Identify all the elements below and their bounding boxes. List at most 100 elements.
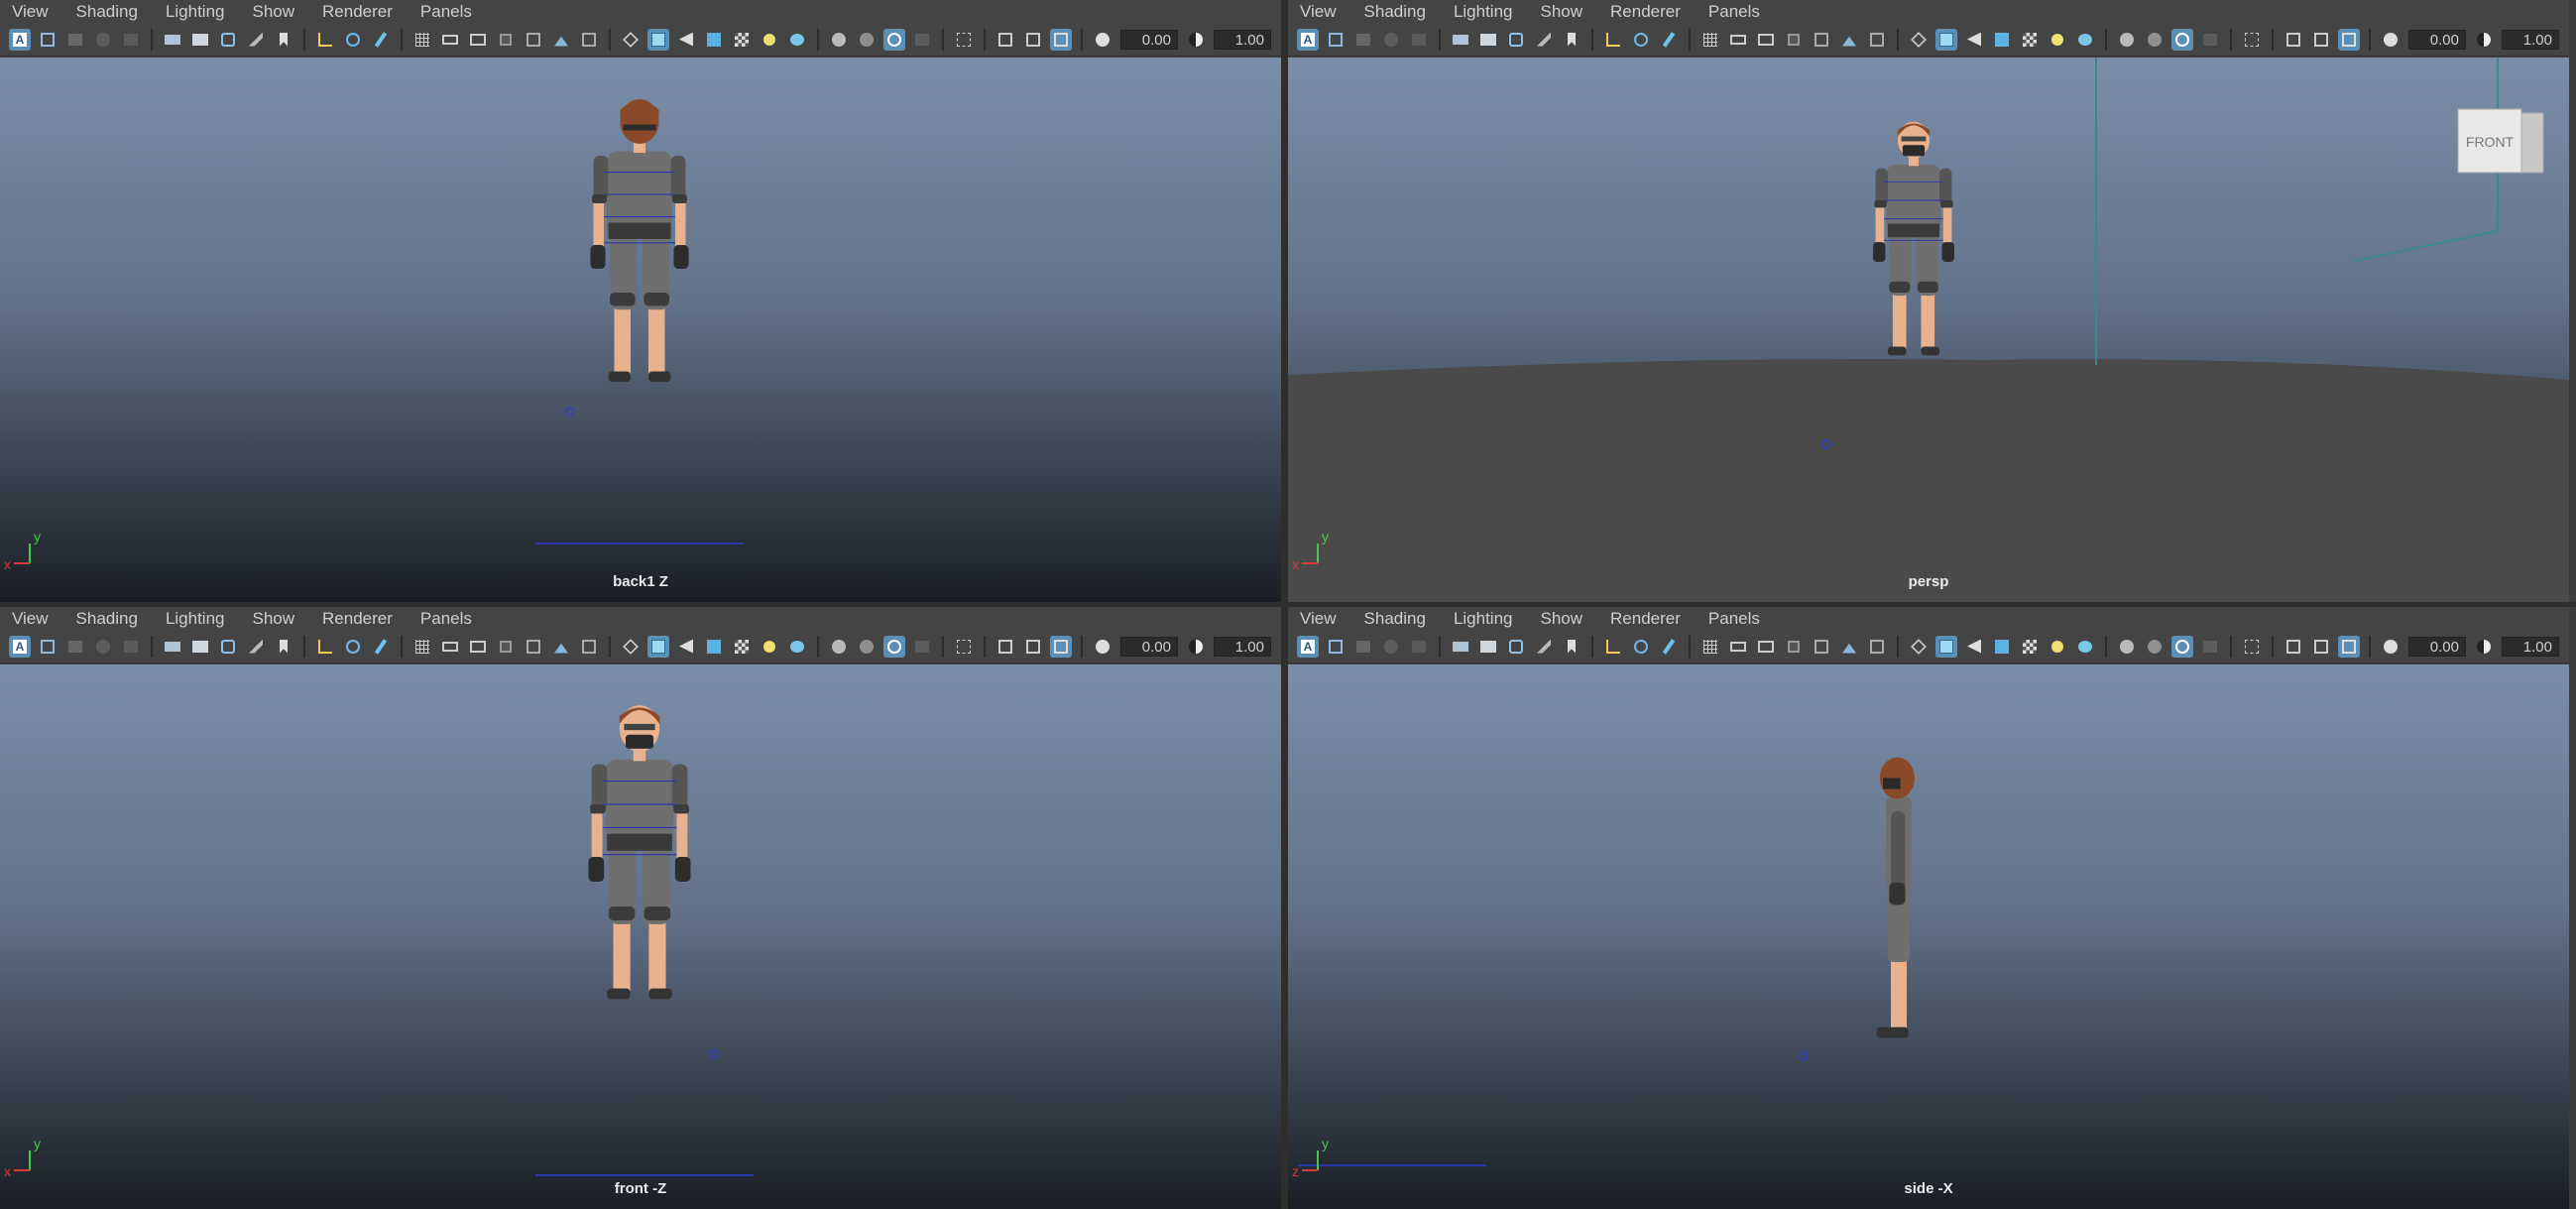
grid-icon[interactable] [411,636,433,658]
menu-renderer[interactable]: Renderer [308,0,407,23]
image-plane-icon[interactable] [1380,636,1402,658]
wireframe-on-shaded-icon[interactable] [1963,636,1985,658]
bookmarks-icon[interactable] [1352,636,1374,658]
motion-trail-icon[interactable] [342,29,364,51]
film-gate-icon[interactable] [1727,29,1749,51]
film-gate-icon[interactable] [439,636,461,658]
textured-icon[interactable] [1991,29,2013,51]
bookmark-flag-icon[interactable] [273,29,294,51]
gamma-icon[interactable] [1185,29,1207,51]
safe-action-icon[interactable] [550,29,572,51]
3d-viewport-canvas[interactable]: yx back1 Z [0,58,1281,602]
camera-attributes-icon[interactable] [1325,636,1347,658]
viewport-panel-back1-z[interactable]: View Shading Lighting Show Renderer Pane… [0,0,1281,602]
2d-pan-zoom-icon[interactable] [1408,29,1430,51]
gamma-icon[interactable] [2473,29,2495,51]
movie-camera-icon[interactable] [189,636,211,658]
smooth-shade-icon[interactable] [647,28,669,51]
wireframe-on-shaded-icon[interactable] [1963,29,1985,51]
xray-icon[interactable] [731,29,753,51]
xray-active-icon[interactable] [1022,29,1044,51]
exposure-field[interactable]: 0.00 [1120,29,1178,50]
gate-mask-icon[interactable] [495,636,517,658]
xray-icon[interactable] [2019,29,2041,51]
xray-icon[interactable] [731,636,753,658]
wireframe-on-shaded-icon[interactable] [675,29,697,51]
movie-camera-icon[interactable] [189,29,211,51]
screen-space-ao-icon[interactable] [2116,29,2138,51]
menu-lighting[interactable]: Lighting [1440,0,1527,23]
depth-of-field-icon[interactable] [911,29,933,51]
xray-joints-icon[interactable] [995,636,1016,658]
viewport-panel-front--z[interactable]: View Shading Lighting Show Renderer Pane… [0,607,1281,1209]
menu-shading[interactable]: Shading [62,607,152,630]
field-chart-icon[interactable] [1811,29,1832,51]
menu-show[interactable]: Show [239,607,309,630]
isolate-select-icon[interactable] [2241,636,2263,658]
safe-title-icon[interactable] [1866,29,1888,51]
depth-of-field-icon[interactable] [2199,636,2221,658]
field-chart-icon[interactable] [1811,636,1832,658]
image-plane-icon[interactable] [92,636,114,658]
safe-action-icon[interactable] [550,636,572,658]
3d-viewport-canvas[interactable]: yz side -X [1288,665,2569,1209]
motion-blur-icon[interactable] [2144,636,2166,658]
shadows-icon[interactable] [786,29,808,51]
menu-shading[interactable]: Shading [1350,607,1440,630]
anti-aliasing-icon[interactable] [883,28,905,51]
camera-icon[interactable] [1450,636,1471,658]
2d-pan-zoom-icon[interactable] [1408,636,1430,658]
character-model[interactable]: yx [0,665,1281,1209]
menu-show[interactable]: Show [1527,0,1597,23]
xray-active-icon[interactable] [2310,636,2332,658]
bookmark-flag-icon[interactable] [273,636,294,658]
gate-mask-icon[interactable] [1783,636,1805,658]
wireframe-icon[interactable] [620,29,642,51]
menu-renderer[interactable]: Renderer [308,607,407,630]
character-model[interactable]: FRONT y x [1288,58,2569,602]
character-model[interactable]: yx [0,58,1281,602]
resolution-gate-icon[interactable] [1755,29,1777,51]
manipulator-icon[interactable] [314,29,336,51]
safe-title-icon[interactable] [578,636,600,658]
bookmarks-icon[interactable] [64,636,86,658]
gate-mask-icon[interactable] [495,29,517,51]
textured-icon[interactable] [1991,636,2013,658]
grease-pencil-icon[interactable] [245,636,267,658]
grease-pencil-icon[interactable] [1533,636,1555,658]
wireframe-icon[interactable] [1908,29,1930,51]
exposure-icon[interactable] [2380,636,2401,658]
manipulator-icon[interactable] [314,636,336,658]
xray-active-icon[interactable] [1022,636,1044,658]
camera-attributes-icon[interactable] [37,636,59,658]
select-camera-icon[interactable]: A [1297,28,1319,51]
grid-icon[interactable] [1699,29,1721,51]
screen-space-ao-icon[interactable] [828,29,850,51]
backface-culling-icon[interactable] [2338,635,2360,658]
menu-lighting[interactable]: Lighting [152,607,239,630]
brush-icon[interactable] [1658,636,1680,658]
gamma-icon[interactable] [1185,636,1207,658]
motion-trail-icon[interactable] [342,636,364,658]
safe-action-icon[interactable] [1838,636,1860,658]
select-camera-icon[interactable]: A [1297,635,1319,658]
safe-action-icon[interactable] [1838,29,1860,51]
camera-icon[interactable] [162,636,183,658]
grease-pencil-icon[interactable] [1533,29,1555,51]
exposure-icon[interactable] [1092,29,1113,51]
image-plane-icon[interactable] [92,29,114,51]
safe-title-icon[interactable] [578,29,600,51]
menu-panels[interactable]: Panels [407,0,486,23]
lights-icon[interactable] [2047,636,2068,658]
smooth-shade-icon[interactable] [1935,28,1957,51]
manipulator-icon[interactable] [1602,636,1624,658]
xray-joints-icon[interactable] [995,29,1016,51]
gate-mask-icon[interactable] [1783,29,1805,51]
motion-blur-icon[interactable] [856,636,878,658]
menu-lighting[interactable]: Lighting [1440,607,1527,630]
xray-icon[interactable] [2019,636,2041,658]
menu-view[interactable]: View [1288,0,1350,23]
menu-show[interactable]: Show [1527,607,1597,630]
screen-space-ao-icon[interactable] [2116,636,2138,658]
menu-show[interactable]: Show [239,0,309,23]
